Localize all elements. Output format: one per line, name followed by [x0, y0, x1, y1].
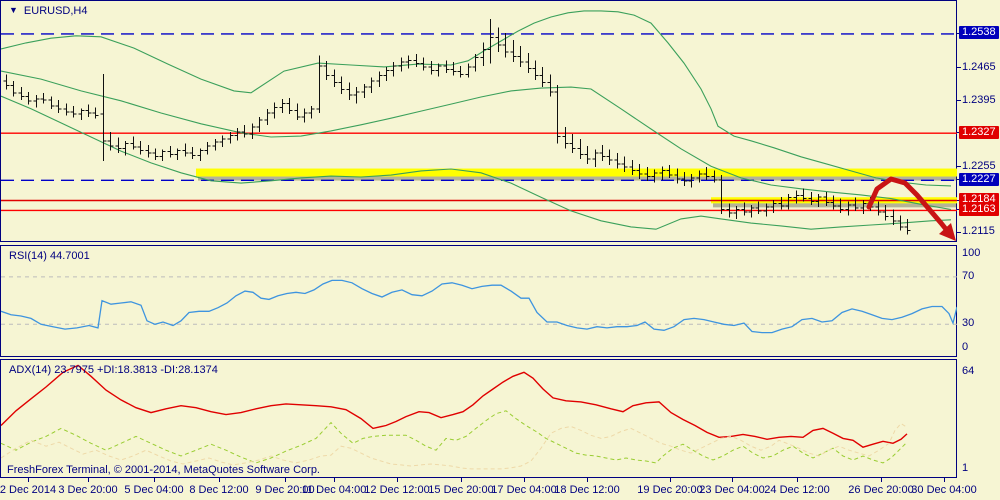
di-line [0, 422, 908, 470]
price-axis-tick [957, 67, 961, 68]
price-axis-label: 1.2327 [959, 126, 999, 139]
time-axis-tick [461, 478, 462, 482]
time-axis-tick [732, 478, 733, 482]
symbol-label-text: EURUSD,H4 [23, 5, 88, 17]
time-axis-tick [524, 478, 525, 482]
time-axis-tick [219, 478, 220, 482]
time-axis-label: 23 Dec 04:00 [699, 484, 765, 496]
price-axis-label: 1.2538 [959, 26, 999, 39]
rsi-line [0, 279, 958, 334]
time-axis-tick [397, 478, 398, 482]
indicator-axis-label: 30 [962, 317, 975, 329]
price-axis-tick [957, 166, 961, 167]
indicator-axis-label: 70 [962, 270, 975, 282]
main-chart-plot[interactable] [0, 1, 957, 244]
time-axis-tick [797, 478, 798, 482]
main-chart-panel[interactable]: ▼ EURUSD,H4 [0, 0, 957, 242]
time-axis[interactable]: 2 Dec 2014 3 Dec 20:00 5 Dec 04:00 8 Dec 12… [0, 478, 1000, 500]
time-axis-tick [285, 478, 286, 482]
time-axis-label: 12 Dec 12:00 [364, 484, 430, 496]
indicator-axis-label: 100 [962, 247, 981, 259]
adx-label: ADX(14) 23.7975 +DI:18.3813 -DI:28.1374 [9, 364, 218, 376]
rsi-plot[interactable] [0, 246, 958, 357]
adx-indicator-panel[interactable]: ADX(14) 23.7975 +DI:18.3813 -DI:28.1374 … [0, 359, 957, 478]
time-axis-tick [88, 478, 89, 482]
time-axis-tick [587, 478, 588, 482]
time-axis-label: 26 Dec 20:00 [848, 484, 914, 496]
time-axis-tick [881, 478, 882, 482]
time-axis-label: 8 Dec 12:00 [189, 484, 249, 496]
time-axis-label: 15 Dec 20:00 [428, 484, 494, 496]
bollinger-middle-line [0, 70, 952, 211]
di-line [0, 410, 908, 464]
time-axis-label: 30 Dec 04:00 [911, 484, 977, 496]
time-axis-label: 5 Dec 04:00 [124, 484, 184, 496]
adx-axis[interactable]: 64 1 [957, 359, 1000, 478]
time-axis-tick [28, 478, 29, 482]
bollinger-lower-line [0, 95, 952, 230]
price-axis-tick [957, 100, 961, 101]
time-axis-tick [154, 478, 155, 482]
copyright-text: FreshForex Terminal, © 2001-2014, MetaQu… [7, 464, 320, 476]
indicator-axis-label: 1 [962, 462, 969, 474]
symbol-timeframe-label: ▼ EURUSD,H4 [9, 5, 88, 17]
time-axis-label: 17 Dec 04:00 [491, 484, 557, 496]
time-axis-label: 11 Dec 04:00 [301, 484, 367, 496]
price-axis-label: 1.2395 [962, 94, 996, 106]
price-axis-label: 1.2115 [962, 225, 995, 237]
rsi-label: RSI(14) 44.7001 [9, 250, 90, 262]
time-axis-label: 3 Dec 20:00 [58, 484, 118, 496]
indicator-axis-label: 0 [962, 341, 969, 353]
price-axis-label: 1.2227 [959, 173, 999, 186]
time-axis-tick [670, 478, 671, 482]
time-axis-label: 2 Dec 2014 [0, 484, 57, 496]
price-axis-label: 1.2255 [962, 160, 996, 172]
highlight-zone [196, 168, 957, 177]
adx-plot[interactable] [0, 360, 957, 478]
time-axis-label: 18 Dec 12:00 [554, 484, 620, 496]
adx-line [0, 364, 908, 448]
time-axis-tick [334, 478, 335, 482]
time-axis-label: 24 Dec 12:00 [764, 484, 830, 496]
price-axis-label: 1.2163 [959, 203, 999, 216]
time-axis-label: 19 Dec 20:00 [637, 484, 703, 496]
price-axis[interactable]: 1.2538 1.2465 1.2395 1.2327 1.2255 1.2227 1.21… [957, 0, 1000, 242]
time-axis-tick [944, 478, 945, 482]
rsi-axis[interactable]: 100 70 30 0 [957, 245, 1000, 357]
dropdown-triangle-icon: ▼ [9, 5, 18, 15]
rsi-indicator-panel[interactable]: RSI(14) 44.7001 [0, 245, 958, 357]
price-axis-tick [957, 232, 961, 233]
indicator-axis-label: 64 [962, 365, 975, 377]
price-axis-label: 1.2465 [962, 61, 996, 73]
